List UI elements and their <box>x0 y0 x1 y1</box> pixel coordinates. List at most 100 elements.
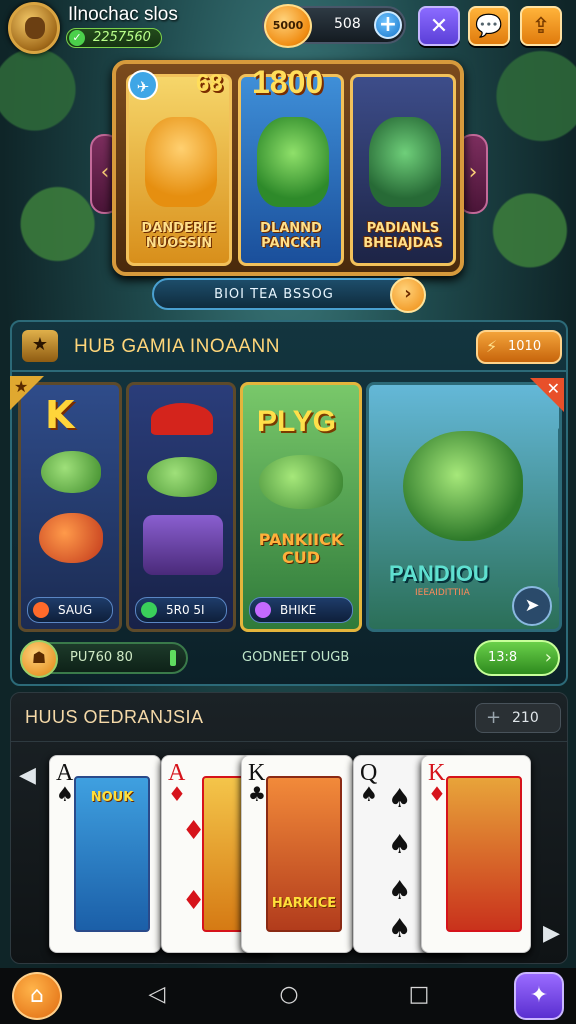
cards-panel: HUUS OEDRANJSIA + 210 ◀ ▶ A ♠ NOUK A ♦ ♦… <box>10 692 568 964</box>
system-back-button[interactable]: ◁ <box>142 980 172 1010</box>
playing-card[interactable]: K ♣ HARKICE <box>241 755 353 953</box>
hub-reward-value: 1010 <box>508 339 542 354</box>
fish-character-image <box>257 117 329 207</box>
frog-card-art: NOUK <box>74 776 150 932</box>
cards-prev-button[interactable]: ◀ <box>19 763 36 788</box>
cards-section-title: HUUS OEDRANJSIA <box>25 707 204 727</box>
hub-game-card-3[interactable]: PLYG PANKIICK CUD BHIKE <box>240 382 362 632</box>
hat-image <box>151 403 213 435</box>
king-card-art <box>446 776 522 932</box>
featured-card-title: DANDERIE NUOSSIN <box>141 221 217 251</box>
coin-icon: 5000 <box>264 4 312 48</box>
wallet-amount: PU760 80 <box>70 650 133 665</box>
cards-counter-value: 210 <box>512 710 539 726</box>
plane-icon: ✈ <box>128 70 158 100</box>
playing-card[interactable]: K ♦ <box>421 755 531 953</box>
playing-card[interactable]: A ♠ NOUK <box>49 755 161 953</box>
chevron-left-icon: ‹ <box>100 160 110 185</box>
promo-go-button[interactable]: › <box>390 277 426 313</box>
player-avatar[interactable] <box>8 2 60 54</box>
arrow-right-icon: › <box>404 283 412 304</box>
gift-icon: ⇪ <box>531 14 551 39</box>
promo-text: BIOI TEA BSSOG <box>214 287 334 302</box>
cart-image <box>143 515 223 575</box>
share-icon: ➤ <box>524 595 540 616</box>
triangle-right-icon: ▶ <box>543 921 560 946</box>
recent-apps-icon: □ <box>408 982 430 1007</box>
spade-pip-icon: ♠ <box>388 914 412 944</box>
bottom-navigation: ⌂ ◁ ○ □ ✦ <box>0 968 576 1024</box>
cards-next-button[interactable]: ▶ <box>543 921 560 946</box>
chevron-right-icon: › <box>468 160 478 185</box>
triangle-left-icon: ◀ <box>19 763 36 788</box>
add-coins-button[interactable]: + <box>374 11 402 39</box>
fire-icon <box>33 602 49 618</box>
share-button[interactable]: ➤ <box>512 586 552 626</box>
featured-card-1[interactable]: DANDERIE NUOSSIN <box>126 74 232 266</box>
plus-icon: + <box>486 707 502 728</box>
frog-character-image <box>369 117 441 207</box>
close-button[interactable]: ✕ <box>418 6 460 46</box>
game-title: PANDIOU <box>389 561 489 586</box>
fish-image <box>39 513 103 563</box>
hub-footer: ☗ PU760 80 GODNEET OUGB 13:8 › <box>12 636 566 684</box>
gem-icon <box>141 602 157 618</box>
hub-game-card-2[interactable]: 5R0 5I <box>126 382 236 632</box>
profile-icon: ✦ <box>529 983 549 1008</box>
card-suit: ♦ <box>428 782 446 806</box>
player-balance: ✓ 2257560 <box>66 28 162 48</box>
play-button[interactable]: 13:8 › <box>474 640 560 676</box>
game-label: SAUG <box>27 597 113 623</box>
play-button-label: 13:8 <box>488 650 518 665</box>
arrow-right-icon: › <box>544 647 552 668</box>
game-label-text: SAUG <box>58 603 93 617</box>
cat-character-image <box>145 117 217 207</box>
card-suit: ♠ <box>360 782 378 806</box>
top-bar: Ilnochac slos ✓ 2257560 5000 508 + ✕ 💬 ⇪ <box>0 0 576 56</box>
card-art-caption: NOUK <box>90 790 134 805</box>
system-recent-apps-button[interactable]: □ <box>404 980 434 1010</box>
cards-counter-pill[interactable]: + 210 <box>475 703 561 733</box>
chat-button[interactable]: 💬 <box>468 6 510 46</box>
profile-button[interactable]: ✦ <box>514 972 564 1020</box>
spade-pip-icon: ♠ <box>388 784 412 814</box>
coin-amount: 508 <box>334 16 361 32</box>
adventurer-card-art: HARKICE <box>266 776 342 932</box>
game-letter: K <box>45 393 75 437</box>
game-label: 5R0 5I <box>135 597 227 623</box>
card-suit: ♣ <box>248 782 266 806</box>
fish-image <box>259 455 343 509</box>
promo-bar[interactable]: BIOI TEA BSSOG › <box>152 277 426 313</box>
divider <box>11 741 567 742</box>
hub-games-panel: ★ HUB GAMIA INOAANN ⚡ 1010 K SAUG 5R0 5I… <box>10 320 568 686</box>
game-label: BHIKE <box>249 597 353 623</box>
featured-badge-large: 1800 <box>252 64 324 100</box>
spade-pip-icon: ♠ <box>388 830 412 860</box>
frog-character-image <box>403 431 523 541</box>
home-button[interactable]: ⌂ <box>12 972 62 1020</box>
game-label-text: BHIKE <box>280 603 317 617</box>
hub-title: HUB GAMIA INOAANN <box>74 336 280 357</box>
treasure-icon: ☗ <box>20 640 58 678</box>
featured-badge-small: 68 <box>196 70 223 97</box>
circle-home-icon: ○ <box>279 982 299 1007</box>
hub-game-card-1[interactable]: K SAUG <box>18 382 122 632</box>
game-subtitle: IEEAIDITTIIA <box>415 588 470 598</box>
player-balance-value: 2257560 <box>93 30 151 45</box>
wallet-pill[interactable]: ☗ PU760 80 <box>20 640 188 678</box>
system-home-button[interactable]: ○ <box>274 980 304 1010</box>
check-icon: ✓ <box>69 30 85 46</box>
star-icon <box>255 602 271 618</box>
scrollbar[interactable] <box>558 428 562 588</box>
featured-card-title: DLANND PANCKH <box>260 221 322 251</box>
hub-reward-pill[interactable]: ⚡ 1010 <box>476 330 562 364</box>
hub-header: ★ HUB GAMIA INOAANN ⚡ 1010 <box>12 322 566 372</box>
wallet-level-bar <box>170 650 176 666</box>
gift-button[interactable]: ⇪ <box>520 6 562 46</box>
featured-card-2[interactable]: DLANND PANCKH <box>238 74 344 266</box>
game-title: PLYG <box>257 405 336 438</box>
coin-balance-pill: 5000 508 + <box>262 4 406 48</box>
featured-card-3[interactable]: PADIANLS BHEIAJDAS <box>350 74 456 266</box>
close-icon: ✕ <box>429 14 449 39</box>
featured-card-title: PADIANLS BHEIAJDAS <box>363 221 443 251</box>
